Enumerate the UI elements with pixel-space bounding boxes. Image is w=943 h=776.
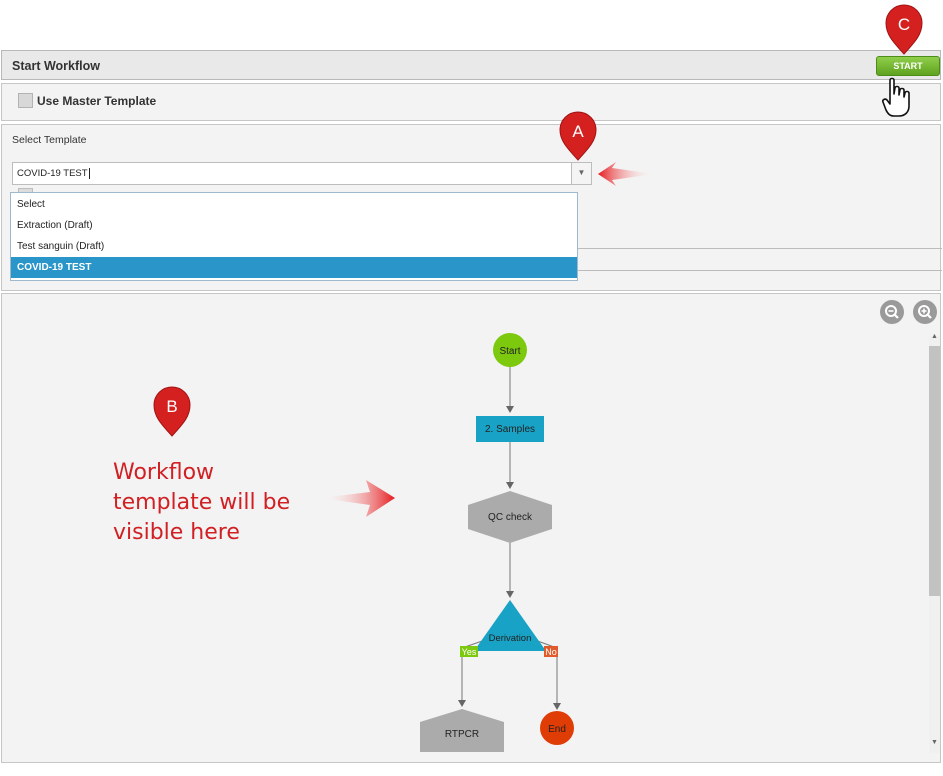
svg-text:B: B (166, 397, 177, 416)
qc-check-node[interactable]: QC check (468, 491, 552, 543)
svg-text:QC check: QC check (488, 512, 533, 523)
callout-b-marker: B (153, 386, 191, 437)
hand-cursor-icon (882, 77, 910, 117)
svg-text:A: A (572, 122, 584, 141)
branch-no-label: No (544, 646, 558, 657)
end-node[interactable]: End (540, 711, 574, 745)
start-node[interactable]: Start (493, 333, 527, 367)
branch-yes-label: Yes (460, 646, 478, 657)
svg-text:End: End (548, 724, 566, 735)
annotation-line: template will be (113, 490, 291, 515)
rtpcr-node[interactable]: RTPCR (420, 709, 504, 752)
annotation-line: visible here (113, 520, 240, 545)
svg-text:Yes: Yes (462, 647, 477, 657)
samples-node[interactable]: 2. Samples (476, 416, 544, 442)
annotation-line: Workflow (113, 460, 215, 485)
derivation-node[interactable]: Derivation (474, 600, 546, 651)
svg-text:Derivation: Derivation (489, 633, 532, 644)
annotation-arrow-a (598, 162, 655, 186)
svg-text:RTPCR: RTPCR (445, 729, 479, 740)
callout-a-marker: A (559, 111, 597, 161)
svg-text:Start: Start (499, 346, 520, 357)
svg-text:No: No (545, 647, 557, 657)
svg-text:C: C (898, 15, 910, 34)
svg-text:2. Samples: 2. Samples (485, 424, 535, 435)
callout-c-marker: C (885, 4, 923, 55)
workflow-diagram: Start 2. Samples QC check Derivation Yes… (153, 4, 923, 752)
annotation-note: Workflow template will be visible here (113, 458, 343, 548)
